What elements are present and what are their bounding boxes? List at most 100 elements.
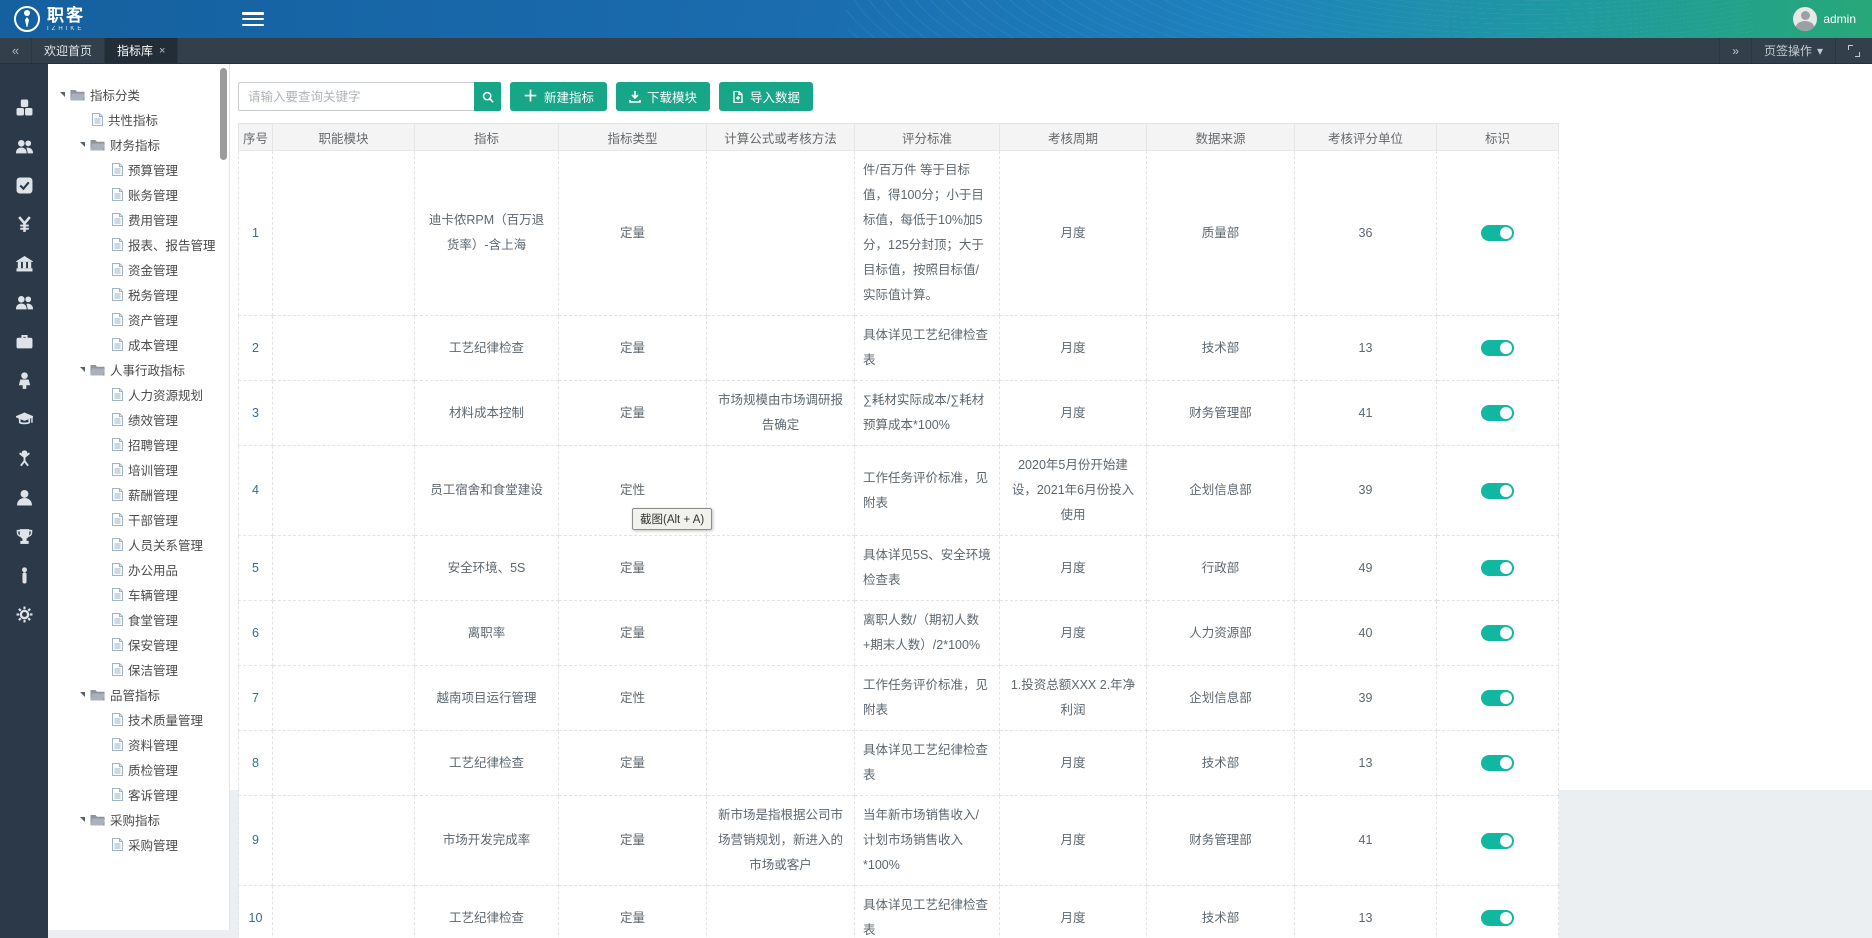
flag-toggle-on[interactable] — [1481, 690, 1514, 706]
file-icon — [112, 613, 123, 626]
announce-icon — [16, 372, 33, 389]
tree-node-leaf[interactable]: 招聘管理 — [58, 432, 227, 457]
tree-node-leaf[interactable]: 绩效管理 — [58, 407, 227, 432]
tree-expand-caret-icon[interactable] — [80, 142, 85, 147]
flag-toggle-on[interactable] — [1481, 560, 1514, 576]
tree-node-leaf[interactable]: 报表、报告管理 — [58, 232, 227, 257]
user-nav[interactable] — [15, 488, 33, 506]
tree-node-label: 财务指标 — [110, 135, 160, 154]
row-flag-cell — [1437, 381, 1559, 446]
tab-operations-dropdown[interactable]: 页签操作▾ — [1751, 38, 1835, 63]
tree-node-folder[interactable]: 品管指标 — [58, 682, 227, 707]
tree-node-leaf[interactable]: 预算管理 — [58, 157, 227, 182]
flag-toggle-on[interactable] — [1481, 755, 1514, 771]
tree-node-leaf[interactable]: 保洁管理 — [58, 657, 227, 682]
tree-node-leaf[interactable]: 客诉管理 — [58, 782, 227, 807]
tree-expand-caret-icon[interactable] — [80, 692, 85, 697]
file-icon — [112, 313, 123, 326]
tab-welcome[interactable]: 欢迎首页 — [32, 38, 105, 63]
new-indicator-button[interactable]: ＋新建指标 — [510, 82, 607, 111]
tree-node-leaf[interactable]: 采购管理 — [58, 832, 227, 857]
row-unit: 36 — [1295, 151, 1437, 316]
flag-toggle-on[interactable] — [1481, 625, 1514, 641]
row-type: 定量 — [559, 381, 707, 446]
search-button[interactable] — [474, 82, 501, 111]
tree-node-leaf[interactable]: 人力资源规划 — [58, 382, 227, 407]
tree-node-leaf[interactable]: 保安管理 — [58, 632, 227, 657]
tree-node-leaf[interactable]: 食堂管理 — [58, 607, 227, 632]
tree-node-leaf[interactable]: 技术质量管理 — [58, 707, 227, 732]
table-row: 10工艺纪律检查定量具体详见工艺纪律检查表月度技术部13 — [239, 886, 1559, 938]
tree-node-leaf[interactable]: 资金管理 — [58, 257, 227, 282]
tree-node-label: 办公用品 — [128, 560, 178, 579]
tree-node-leaf[interactable]: 税务管理 — [58, 282, 227, 307]
tree-node-leaf[interactable]: 费用管理 — [58, 207, 227, 232]
approval-check-nav[interactable] — [15, 176, 33, 194]
tree-node-folder[interactable]: 采购指标 — [58, 807, 227, 832]
row-seq: 6 — [239, 601, 273, 666]
row-unit: 41 — [1295, 381, 1437, 446]
bank-nav[interactable] — [15, 254, 33, 272]
search-input[interactable] — [238, 82, 474, 111]
tree-node-leaf[interactable]: 资料管理 — [58, 732, 227, 757]
tree-node-leaf[interactable]: 干部管理 — [58, 507, 227, 532]
tree-node-leaf[interactable]: 质检管理 — [58, 757, 227, 782]
training-cap-nav[interactable] — [15, 410, 33, 428]
tree-node-leaf[interactable]: 车辆管理 — [58, 582, 227, 607]
modules-nav[interactable] — [15, 98, 33, 116]
finance-yen-nav[interactable] — [15, 215, 33, 233]
flag-toggle-on[interactable] — [1481, 225, 1514, 241]
row-unit: 13 — [1295, 886, 1437, 938]
menu-toggle-icon[interactable] — [242, 12, 264, 26]
tree-node-leaf[interactable]: 办公用品 — [58, 557, 227, 582]
tree-node-folder[interactable]: 人事行政指标 — [58, 357, 227, 382]
tab-indicator-library[interactable]: 指标库× — [105, 38, 178, 63]
tree-node-folder[interactable]: 指标分类 — [58, 82, 227, 107]
import-data-button[interactable]: 导入数据 — [719, 82, 813, 111]
tree-node-leaf[interactable]: 资产管理 — [58, 307, 227, 332]
user-menu[interactable]: admin — [1793, 7, 1872, 31]
tree-expand-caret-icon[interactable] — [80, 817, 85, 822]
tree-expand-caret-icon[interactable] — [60, 92, 65, 97]
announce-nav[interactable] — [15, 371, 33, 389]
tree-expand-caret-icon[interactable] — [80, 367, 85, 372]
flag-toggle-on[interactable] — [1481, 483, 1514, 499]
file-icon — [112, 563, 123, 576]
tree-node-leaf[interactable]: 共性指标 — [58, 107, 227, 132]
row-standard: 具体详见工艺纪律检查表 — [855, 886, 1000, 938]
file-icon — [112, 338, 123, 351]
tree-node-leaf[interactable]: 薪酬管理 — [58, 482, 227, 507]
trophy-nav[interactable] — [15, 527, 33, 545]
file-icon — [112, 663, 123, 676]
flag-toggle-on[interactable] — [1481, 833, 1514, 849]
row-formula — [707, 536, 855, 601]
tree-node-leaf[interactable]: 人员关系管理 — [58, 532, 227, 557]
briefcase-nav[interactable] — [15, 332, 33, 350]
tabs-scroll-right-icon[interactable]: » — [1719, 38, 1751, 63]
team-nav[interactable] — [15, 293, 33, 311]
tree-node-label: 培训管理 — [128, 460, 178, 479]
tree-node-folder[interactable]: 财务指标 — [58, 132, 227, 157]
info-nav[interactable] — [15, 566, 33, 584]
file-icon — [112, 413, 123, 426]
download-module-button[interactable]: 下载模块 — [616, 82, 710, 111]
tree-node-leaf[interactable]: 账务管理 — [58, 182, 227, 207]
settings-gears-icon — [16, 606, 33, 623]
flag-toggle-on[interactable] — [1481, 405, 1514, 421]
row-formula — [707, 666, 855, 731]
flag-toggle-on[interactable] — [1481, 340, 1514, 356]
file-icon — [112, 463, 123, 476]
tree-node-label: 技术质量管理 — [128, 710, 203, 729]
fullscreen-button[interactable] — [1835, 38, 1872, 63]
tree-scrollbar[interactable] — [220, 68, 227, 160]
row-source: 财务管理部 — [1147, 381, 1295, 446]
tab-close-icon[interactable]: × — [159, 45, 165, 57]
org-users-nav[interactable] — [15, 137, 33, 155]
row-flag-cell — [1437, 316, 1559, 381]
tree-node-leaf[interactable]: 成本管理 — [58, 332, 227, 357]
tree-node-leaf[interactable]: 培训管理 — [58, 457, 227, 482]
settings-gears-nav[interactable] — [15, 605, 33, 623]
flag-toggle-on[interactable] — [1481, 910, 1514, 926]
activity-person-nav[interactable] — [15, 449, 33, 467]
tabs-scroll-left-icon[interactable]: « — [0, 38, 32, 63]
